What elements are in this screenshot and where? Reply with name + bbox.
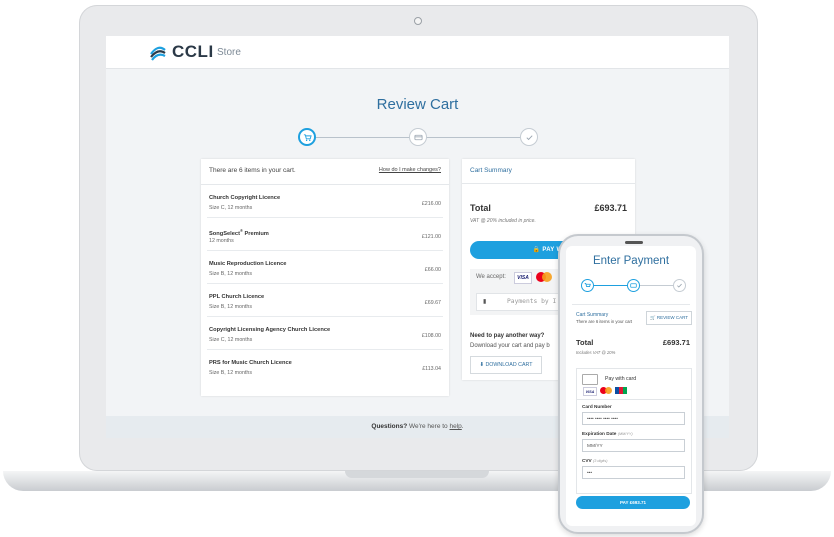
other-pay-title: Need to pay another way? xyxy=(470,333,545,339)
cvv-input[interactable]: ••• xyxy=(582,466,685,479)
ccli-logo-icon xyxy=(150,46,166,61)
phone-screen: Enter Payment Cart Summary There are 6 i… xyxy=(566,246,696,526)
laptop-notch xyxy=(345,471,489,478)
lock-icon: ▮ xyxy=(483,299,487,305)
item-price: £66.00 xyxy=(424,267,441,273)
item-name: Copyright Licensing Agency Church Licenc… xyxy=(209,327,331,333)
cart-header: There are 6 items in your cart. How do I… xyxy=(201,159,449,185)
total-label: Total xyxy=(470,203,491,213)
cart-item-row: Music Reproduction Licence Size B, 12 mo… xyxy=(207,251,443,284)
store-header: CCLI Store xyxy=(106,36,729,69)
phone-total-label: Total xyxy=(576,338,594,347)
item-size: Size B, 12 months xyxy=(209,271,252,277)
visa-icon: VISA xyxy=(583,387,597,396)
item-price: £69.67 xyxy=(424,300,441,306)
phone-speaker xyxy=(625,241,643,244)
cart-item-row: PRS for Music Church Licence Size B, 12 … xyxy=(207,350,443,382)
step-payment-icon[interactable] xyxy=(409,128,427,146)
phone-step-payment-icon[interactable] xyxy=(627,279,640,292)
step-connector xyxy=(316,137,418,138)
phone-summary-title: Cart Summary xyxy=(576,312,609,318)
phone-summary-subtitle: There are 6 items in your cart xyxy=(576,319,633,324)
cart-item-row: SongSelect® Premium 12 months £121.00 xyxy=(207,218,443,251)
checkout-steps xyxy=(298,128,538,148)
item-size: Size C, 12 months xyxy=(209,205,253,211)
cart-item-list: Church Copyright Licence Size C, 12 mont… xyxy=(201,185,449,382)
phone-vat-note: Includes VAT @ 20% xyxy=(576,350,616,355)
divider xyxy=(572,304,690,305)
item-name: Church Copyright Licence xyxy=(209,195,281,201)
help-link[interactable]: help xyxy=(449,423,461,430)
divider xyxy=(577,399,691,400)
credit-card-icon xyxy=(582,374,598,385)
download-cart-button[interactable]: ⬇ DOWNLOAD CART xyxy=(470,356,542,374)
item-name: Music Reproduction Licence xyxy=(209,261,287,267)
item-name: PPL Church Licence xyxy=(209,294,265,300)
total-value: £693.71 xyxy=(594,203,627,213)
mastercard-icon xyxy=(536,272,552,282)
pay-with-card-label: Pay with card xyxy=(605,376,637,382)
phone-total-value: £693.71 xyxy=(662,338,690,347)
logo-text[interactable]: CCLI xyxy=(172,42,214,62)
summary-header: Cart Summary xyxy=(462,159,635,184)
card-number-label: Card Number xyxy=(582,404,612,409)
item-price: £108.00 xyxy=(421,333,441,339)
we-accept-label: We accept: xyxy=(476,274,506,280)
cart-item-row: PPL Church Licence Size B, 12 months £69… xyxy=(207,284,443,317)
item-name: PRS for Music Church Licence xyxy=(209,360,292,366)
review-cart-button[interactable]: 🛒 REVIEW CART xyxy=(646,311,692,325)
mastercard-icon xyxy=(600,387,612,394)
card-payment-form: Pay with card VISA Card Number •••• ••••… xyxy=(576,368,692,494)
payments-by-text: Payments by I xyxy=(507,298,557,305)
item-size: Size B, 12 months xyxy=(209,370,252,376)
cart-count-text: There are 6 items in your cart. xyxy=(209,167,296,174)
camera-icon xyxy=(414,17,422,25)
item-name: SongSelect® Premium xyxy=(209,228,269,237)
expiry-input[interactable]: MM/YY xyxy=(582,439,685,452)
step-cart-icon[interactable] xyxy=(298,128,316,146)
page-title: Review Cart xyxy=(376,96,459,113)
phone-step-confirm-icon[interactable] xyxy=(673,279,686,292)
item-size: Size B, 12 months xyxy=(209,304,252,310)
card-number-input[interactable]: •••• •••• •••• •••• xyxy=(582,412,685,425)
store-label: Store xyxy=(217,47,241,58)
cart-item-row: Church Copyright Licence Size C, 12 mont… xyxy=(207,185,443,218)
item-size: Size C, 12 months xyxy=(209,337,253,343)
item-price: £216.00 xyxy=(421,201,441,207)
vat-note: VAT @ 20% included in price. xyxy=(470,218,536,224)
step-connector xyxy=(418,137,520,138)
expiry-label: Expiration Date (MM/YY) xyxy=(582,431,633,436)
other-pay-subtitle: Download your cart and pay b xyxy=(470,343,550,349)
cart-item-row: Copyright Licensing Agency Church Licenc… xyxy=(207,317,443,350)
how-to-change-link[interactable]: How do I make changes? xyxy=(379,167,441,173)
phone-card-logos: VISA xyxy=(583,387,627,396)
phone-checkout-steps xyxy=(581,279,686,293)
phone-pay-button[interactable]: PAY £693.71 xyxy=(576,496,690,509)
item-size: 12 months xyxy=(209,238,234,244)
visa-icon: VISA xyxy=(514,272,532,284)
phone-step-cart-icon[interactable] xyxy=(581,279,594,292)
summary-title: Cart Summary xyxy=(470,167,512,174)
phone-page-title: Enter Payment xyxy=(592,255,670,267)
cvv-label: CVV (3 digits) xyxy=(582,458,608,463)
jcb-icon xyxy=(615,387,627,394)
step-confirm-icon[interactable] xyxy=(520,128,538,146)
cart-items-card: There are 6 items in your cart. How do I… xyxy=(201,159,449,396)
card-logos: VISA xyxy=(514,272,552,284)
item-price: £113.04 xyxy=(422,366,441,372)
item-price: £121.00 xyxy=(421,234,441,240)
